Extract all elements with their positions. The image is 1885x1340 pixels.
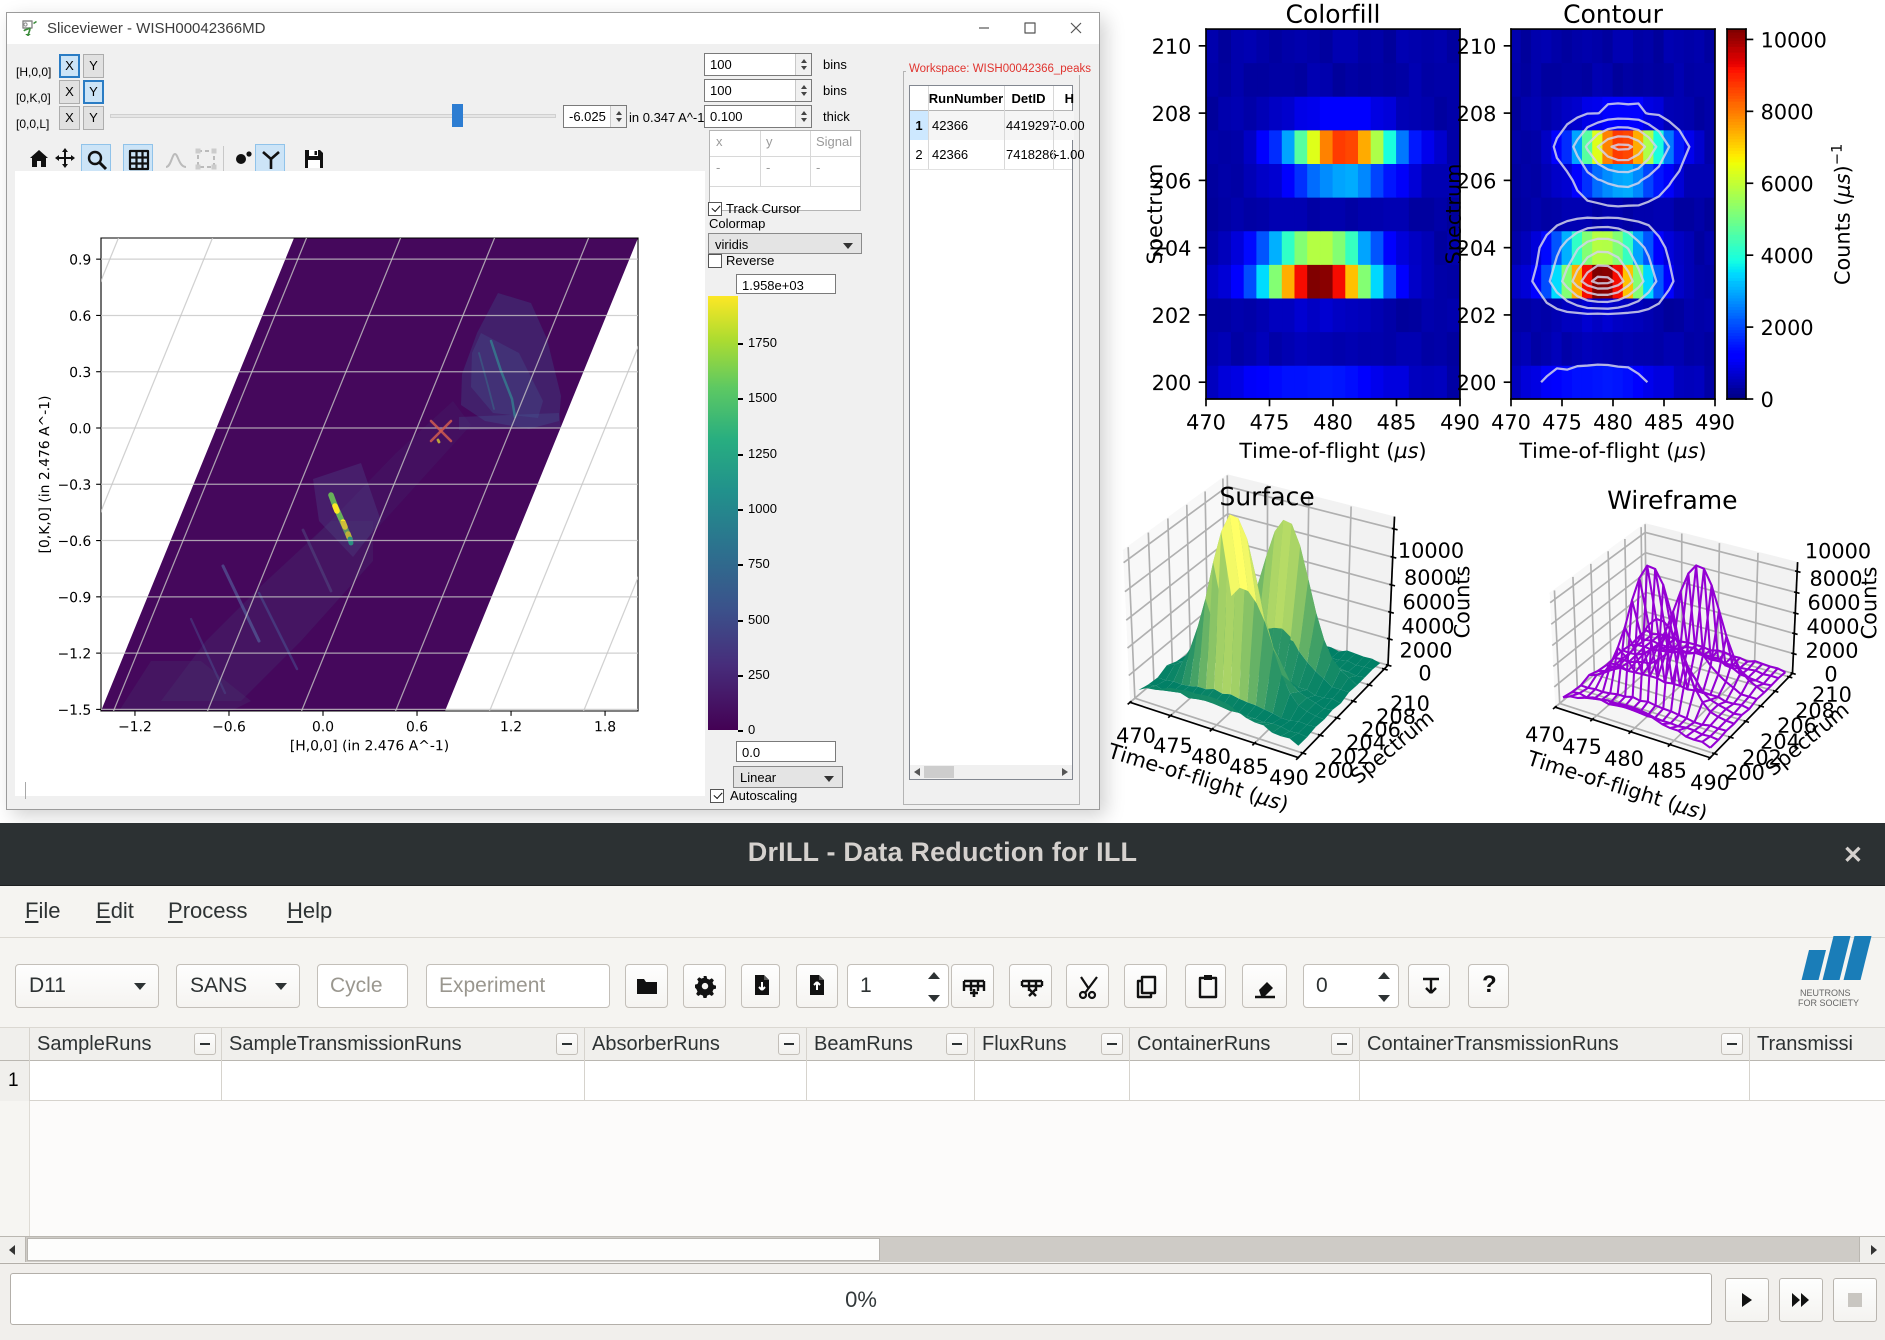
svg-text:FOR SOCIETY: FOR SOCIETY — [1798, 998, 1859, 1008]
svg-text:NEUTRONS: NEUTRONS — [1800, 988, 1851, 998]
